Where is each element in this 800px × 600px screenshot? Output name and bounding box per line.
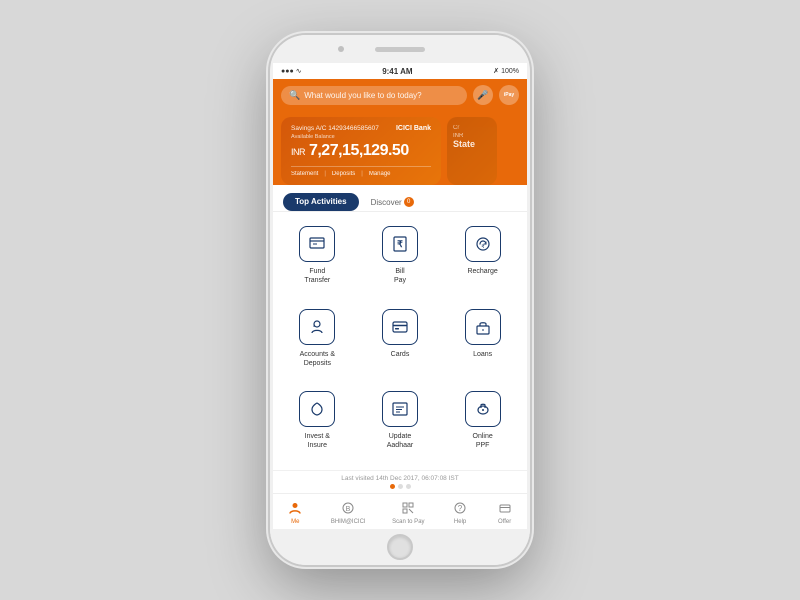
last-visited-bar: Last visited 14th Dec 2017, 06:07:08 IST [273,470,527,493]
dot-3 [406,484,411,489]
nav-offer[interactable]: Offer [496,499,514,525]
recharge-item[interactable]: ₹ Recharge [442,218,523,299]
svg-text:₹: ₹ [481,244,484,250]
fund-transfer-item[interactable]: FundTransfer [277,218,358,299]
search-icon: 🔍 [289,90,300,101]
me-icon [286,499,304,517]
offer-icon [496,499,514,517]
partial-inr-label: INR [453,133,491,139]
svg-text:B: B [346,506,351,513]
signal-icon: ●●● [281,68,294,75]
search-placeholder: What would you like to do today? [304,91,459,100]
tabs-bar: Top Activities Discover 0 [273,185,527,212]
statement-button[interactable]: Statement [291,171,324,177]
bottom-navigation: Me B BHIM@ICICI [273,493,527,529]
invest-insure-icon [299,391,335,427]
update-aadhaar-item[interactable]: UpdateAadhaar [360,383,441,464]
recharge-icon: ₹ [465,226,501,262]
front-camera [338,46,344,52]
status-right: ✗ 100% [493,67,519,75]
bhim-label: BHIM@ICICI [331,519,366,525]
tab-top-activities[interactable]: Top Activities [283,193,359,211]
credit-card-partial[interactable]: Cr INR State [447,117,497,185]
card-header: Savings A/C 14293466585607 ICICI Bank [291,125,431,132]
status-left: ●●● ∿ [281,67,302,75]
page-indicator [277,484,523,489]
bill-pay-item[interactable]: ₹ BillPay [360,218,441,299]
icici-logo: ICICI Bank [396,125,431,132]
online-ppf-label: OnlinePPF [473,432,493,450]
cards-icon [382,309,418,345]
phone-screen: ●●● ∿ 9:41 AM ✗ 100% 🔍 What would you li… [273,63,527,529]
partial-state-label: State [453,139,491,149]
currency-label: INR [291,147,305,157]
bill-pay-icon: ₹ [382,226,418,262]
phone-bottom [270,529,530,565]
dot-1 [390,484,395,489]
bhim-icon: B [339,499,357,517]
earpiece [375,47,425,52]
invest-insure-label: Invest &Insure [305,432,330,450]
tab-discover[interactable]: Discover 0 [363,193,422,211]
fund-transfer-icon [299,226,335,262]
card-actions: Statement | Deposits | Manage [291,166,431,177]
online-ppf-icon [465,391,501,427]
invest-insure-item[interactable]: Invest &Insure [277,383,358,464]
partial-card-type: Cr [453,125,491,131]
nav-bhim[interactable]: B BHIM@ICICI [331,499,366,525]
search-input-area[interactable]: 🔍 What would you like to do today? [281,86,467,105]
balance-amount: INR 7,27,15,129.50 [291,142,431,160]
status-time: 9:41 AM [382,67,412,76]
me-label: Me [291,519,299,525]
mic-button[interactable]: 🎤 [473,85,493,105]
phone-top [270,35,530,63]
help-label: Help [454,519,466,525]
ipay-button[interactable]: iPay [499,85,519,105]
cards-label: Cards [391,350,410,359]
bill-pay-label: BillPay [394,267,406,285]
main-content: Top Activities Discover 0 [273,185,527,529]
search-bar[interactable]: 🔍 What would you like to do today? 🎤 iPa… [273,79,527,111]
recharge-label: Recharge [467,267,497,276]
svg-text:?: ? [458,504,463,513]
loans-item[interactable]: Loans [442,301,523,382]
offer-label: Offer [498,519,511,525]
deposits-button[interactable]: Deposits [332,171,361,177]
status-bar: ●●● ∿ 9:41 AM ✗ 100% [273,63,527,79]
activity-grid: FundTransfer ₹ BillPay [273,212,527,470]
accounts-deposits-icon [299,309,335,345]
home-button[interactable] [387,534,413,560]
manage-button[interactable]: Manage [369,171,397,177]
online-ppf-item[interactable]: OnlinePPF [442,383,523,464]
cards-carousel: Savings A/C 14293466585607 ICICI Bank Av… [273,111,527,185]
update-aadhaar-label: UpdateAadhaar [387,432,413,450]
fund-transfer-label: FundTransfer [304,267,330,285]
svg-text:₹: ₹ [397,239,403,249]
help-icon: ? [451,499,469,517]
loans-label: Loans [473,350,492,359]
scan-icon [399,499,417,517]
nav-me[interactable]: Me [286,499,304,525]
bluetooth-icon: ✗ [493,67,499,75]
update-aadhaar-icon [382,391,418,427]
discover-badge: 0 [404,197,414,207]
cards-item[interactable]: Cards [360,301,441,382]
accounts-deposits-item[interactable]: Accounts &Deposits [277,301,358,382]
dot-2 [398,484,403,489]
scan-to-pay-label: Scan to Pay [392,519,424,525]
mic-icon: 🎤 [477,90,488,101]
last-visited-text: Last visited 14th Dec 2017, 06:07:08 IST [341,475,458,482]
accounts-deposits-label: Accounts &Deposits [300,350,335,368]
balance-label: Available Balance [291,134,431,140]
phone-frame: ●●● ∿ 9:41 AM ✗ 100% 🔍 What would you li… [270,35,530,565]
pay-label: iPay [504,92,514,98]
loans-icon [465,309,501,345]
savings-card[interactable]: Savings A/C 14293466585607 ICICI Bank Av… [281,117,441,185]
battery-indicator: 100% [501,68,519,75]
nav-scan-to-pay[interactable]: Scan to Pay [392,499,424,525]
account-type: Savings A/C 14293466585607 [291,125,379,132]
nav-help[interactable]: ? Help [451,499,469,525]
wifi-icon: ∿ [296,67,302,75]
